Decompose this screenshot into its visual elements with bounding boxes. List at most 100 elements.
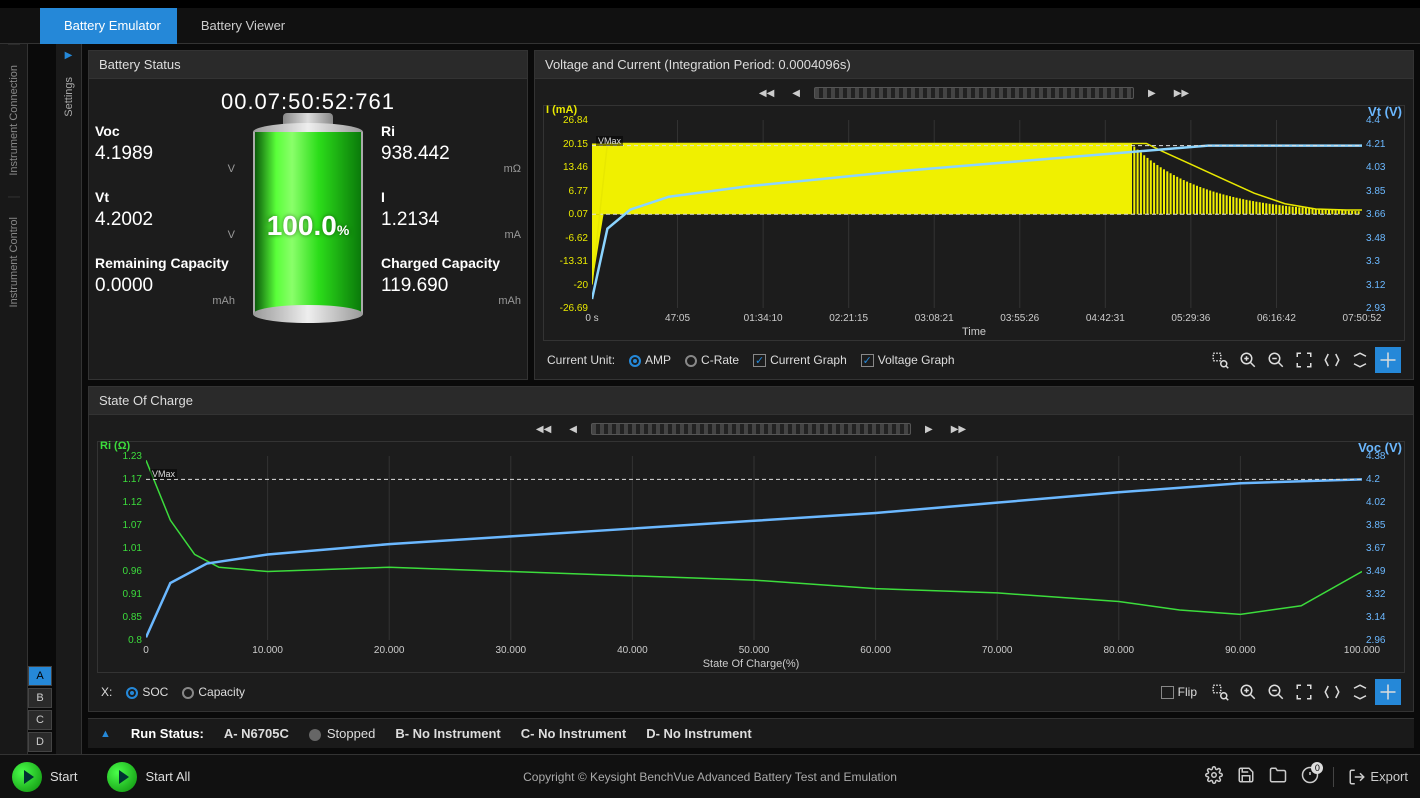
radio-capacity[interactable]: Capacity [182,685,245,699]
vt-label: Vt [95,189,235,205]
voltage-current-panel: Voltage and Current (Integration Period:… [534,50,1414,380]
tab-battery-emulator[interactable]: Battery Emulator [40,8,177,44]
nav-first-icon[interactable]: ◀◀ [755,88,778,99]
voc-label: Voc [95,123,235,139]
start-all-label: Start All [145,769,190,784]
slot-tabs: A B C D [28,44,56,754]
run-status-bar: ▲ Run Status: A- N6705C Stopped B- No In… [88,718,1414,748]
check-flip[interactable]: Flip [1161,679,1197,705]
nav-prev-icon[interactable]: ◀ [565,424,581,435]
nav-next-icon[interactable]: ▶ [921,424,937,435]
charged-value: 119.690 [381,275,521,297]
soc-controls: X: SOC Capacity Flip [97,673,1405,711]
rail-instrument-control[interactable]: Instrument Control [8,196,20,327]
radio-crate[interactable]: C-Rate [685,353,739,367]
panel-title: State Of Charge [89,387,1413,415]
vc-controls: Current Unit: AMP C-Rate ✓Current Graph … [543,341,1405,379]
app-tabs: Battery Emulator Battery Viewer [0,8,1420,44]
folder-open-icon[interactable] [1269,766,1287,787]
x-mode-label: X: [101,685,112,699]
slot-tab-c[interactable]: C [28,710,52,730]
fit-y-icon[interactable] [1347,679,1373,705]
x-axis-label: State Of Charge(%) [703,658,800,670]
scroll-track[interactable] [814,87,1134,99]
slot-b-name: B- No Instrument [395,726,500,741]
slot-tab-a[interactable]: A [28,666,52,686]
zoom-out-icon[interactable] [1263,679,1289,705]
cursor-icon[interactable] [1375,679,1401,705]
nav-last-icon[interactable]: ▶▶ [947,424,970,435]
remaining-value: 0.0000 [95,275,235,297]
soc-chart-area[interactable]: Ri (Ω) Voc (V) VMax State Of Charge(%) 1… [97,441,1405,673]
rail-instrument-connection[interactable]: Instrument Connection [8,44,20,196]
chart-nav: ◀◀ ◀ ▶ ▶▶ [543,87,1405,99]
remaining-label: Remaining Capacity [95,255,235,271]
i-value: 1.2134 [381,209,521,231]
fit-all-icon[interactable] [1291,347,1317,373]
notifications-icon[interactable]: 0 [1301,766,1319,787]
panel-title: Voltage and Current (Integration Period:… [535,51,1413,79]
settings-label: Settings [63,67,75,127]
vt-value: 4.2002 [95,209,235,231]
soc-panel: State Of Charge ◀◀ ◀ ▶ ▶▶ Ri (Ω) Voc (V)… [88,386,1414,712]
export-label: Export [1370,769,1408,784]
i-label: I [381,189,521,205]
cursor-icon[interactable] [1375,347,1401,373]
radio-soc[interactable]: SOC [126,685,168,699]
slot-tab-b[interactable]: B [28,688,52,708]
radio-amp[interactable]: AMP [629,353,671,367]
voc-value: 4.1989 [95,143,235,165]
battery-visual: 100.0% [243,123,373,323]
elapsed-time: 00.07:50:52:761 [95,89,521,115]
zoom-in-icon[interactable] [1235,679,1261,705]
ri-value: 938.442 [381,143,521,165]
ri-label: Ri [381,123,521,139]
battery-status-panel: Battery Status 00.07:50:52:761 Voc 4.198… [88,50,528,380]
chart-nav: ◀◀ ◀ ▶ ▶▶ [97,423,1405,435]
nav-next-icon[interactable]: ▶ [1144,88,1160,99]
save-icon[interactable] [1237,766,1255,787]
tab-battery-viewer[interactable]: Battery Viewer [177,8,301,44]
left-rail: Instrument Connection Instrument Control [0,44,28,754]
pct-symbol: % [337,222,349,238]
fit-x-icon[interactable] [1319,679,1345,705]
slot-c-name: C- No Instrument [521,726,626,741]
fit-all-icon[interactable] [1291,679,1317,705]
zoom-select-icon[interactable] [1207,347,1233,373]
zoom-out-icon[interactable] [1263,347,1289,373]
copyright: Copyright © Keysight BenchVue Advanced B… [523,770,897,784]
charged-label: Charged Capacity [381,255,521,271]
slot-a-name: A- N6705C [224,726,289,741]
run-status-label: Run Status: [131,726,204,741]
tab-label: Battery Emulator [64,18,161,33]
current-unit-label: Current Unit: [547,353,615,367]
export-icon[interactable]: Export [1348,768,1408,786]
fit-y-icon[interactable] [1347,347,1373,373]
panel-title: Battery Status [89,51,527,79]
zoom-select-icon[interactable] [1207,679,1233,705]
x-axis-label: Time [962,326,986,338]
battery-pct: 100.0 [267,210,337,241]
start-button[interactable] [12,762,42,792]
slot-a-state: Stopped [327,726,375,741]
vc-chart-area[interactable]: I (mA) Vt (V) VMax Time 26.8420.1513.466… [543,105,1405,341]
scroll-track[interactable] [591,423,911,435]
fit-x-icon[interactable] [1319,347,1345,373]
tab-label: Battery Viewer [201,18,285,33]
slot-tab-d[interactable]: D [28,732,52,752]
slot-d-name: D- No Instrument [646,726,751,741]
start-label: Start [50,769,77,784]
nav-prev-icon[interactable]: ◀ [788,88,804,99]
status-dot-icon [309,729,321,741]
bottom-bar: Start Start All Copyright © Keysight Ben… [0,754,1420,798]
chevron-up-icon[interactable]: ▲ [100,728,111,740]
start-all-button[interactable] [107,762,137,792]
check-voltage-graph[interactable]: ✓Voltage Graph [861,353,955,367]
check-current-graph[interactable]: ✓Current Graph [753,353,847,367]
gear-icon[interactable] [1205,766,1223,787]
nav-last-icon[interactable]: ▶▶ [1170,88,1193,99]
nav-first-icon[interactable]: ◀◀ [532,424,555,435]
chevron-right-icon: ▶ [65,44,73,67]
settings-rail[interactable]: ▶ Settings [56,44,82,754]
zoom-in-icon[interactable] [1235,347,1261,373]
